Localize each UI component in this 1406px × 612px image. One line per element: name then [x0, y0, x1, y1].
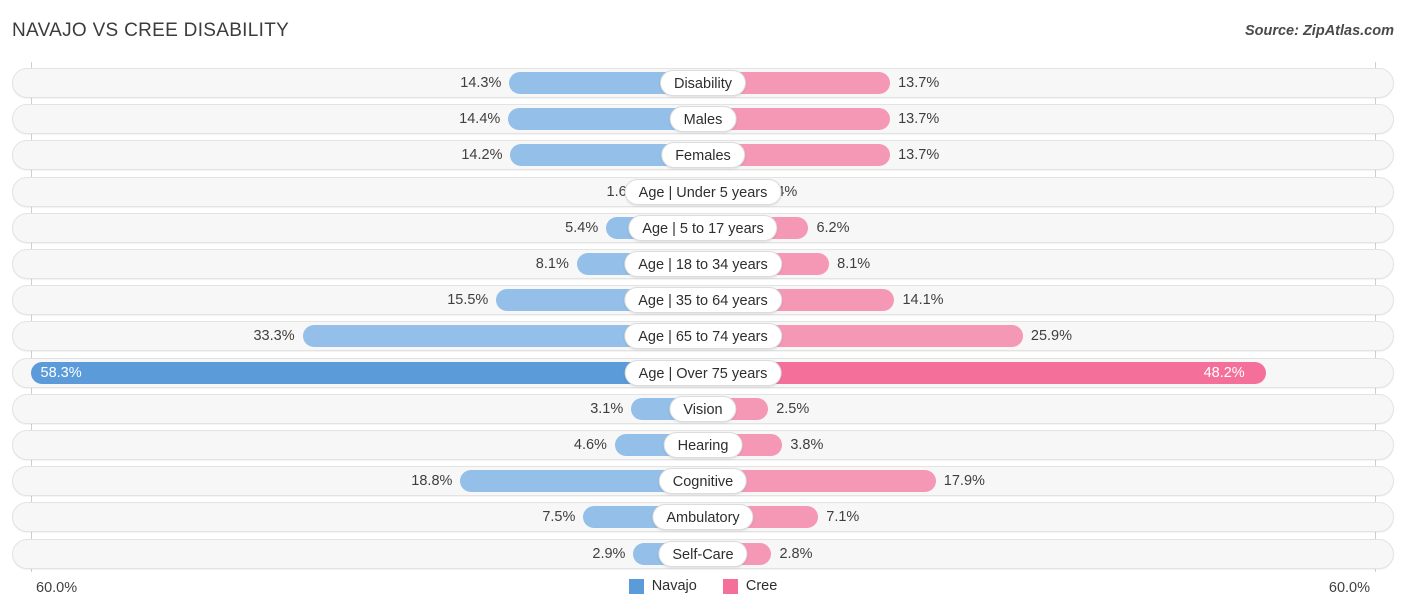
category-label-pill[interactable]: Males — [669, 106, 737, 133]
category-label-pill[interactable]: Hearing — [663, 432, 743, 458]
value-label-navajo: 14.4% — [459, 111, 501, 128]
table-row[interactable]: 14.2% 13.7% Females — [12, 140, 1394, 171]
legend-label: Cree — [745, 578, 778, 594]
bar-navajo[interactable] — [30, 361, 703, 384]
table-row[interactable]: 33.3% 25.9% Age | 65 to 74 years — [12, 321, 1394, 352]
value-label-cree: 7.1% — [826, 509, 860, 526]
value-label-cree: 6.2% — [816, 219, 850, 236]
category-label-pill[interactable]: Age | 5 to 17 years — [628, 214, 778, 241]
category-label-pill[interactable]: Vision — [669, 395, 737, 422]
category-label-pill[interactable]: Cognitive — [658, 468, 748, 495]
chart-plot-area: 14.3% 13.7% Disability 14.4% 13.7% Males 14.2%… — [0, 62, 1406, 572]
category-label-pill[interactable]: Ambulatory — [652, 504, 754, 531]
bar-cree[interactable] — [703, 361, 1266, 384]
table-row[interactable]: 4.6% 3.8% Hearing — [12, 430, 1394, 460]
value-label-navajo: 2.9% — [592, 545, 626, 562]
value-label-cree: 25.9% — [1030, 328, 1072, 345]
table-row[interactable]: 7.5% 7.1% Ambulatory — [12, 502, 1394, 533]
value-label-navajo: 4.6% — [573, 437, 607, 453]
table-row[interactable]: 5.4% 6.2% Age | 5 to 17 years — [12, 212, 1394, 243]
value-label-navajo: 3.1% — [590, 400, 624, 417]
value-label-cree: 48.2% — [1203, 364, 1245, 381]
category-label-pill[interactable]: Females — [661, 142, 745, 169]
value-label-cree: 13.7% — [898, 111, 940, 128]
value-label-navajo: 14.2% — [461, 147, 503, 164]
table-row[interactable]: 8.1% 8.1% Age | 18 to 34 years — [12, 249, 1394, 279]
category-label-pill[interactable]: Disability — [659, 70, 747, 96]
value-label-cree: 17.9% — [943, 473, 985, 490]
category-label-pill[interactable]: Age | 18 to 34 years — [624, 251, 782, 277]
value-label-cree: 2.8% — [779, 545, 813, 562]
value-label-navajo: 5.4% — [565, 219, 599, 236]
legend-item-navajo[interactable]: Navajo — [628, 578, 697, 594]
source-attribution: Source: ZipAtlas.com — [1244, 23, 1394, 39]
table-row[interactable]: 15.5% 14.1% Age | 35 to 64 years — [12, 285, 1394, 316]
legend-label: Navajo — [651, 578, 697, 594]
chart-header: NAVAJO VS CREE DISABILITY Source: ZipAtl… — [0, 0, 1406, 62]
value-label-cree: 13.7% — [898, 75, 940, 91]
category-label-pill[interactable]: Age | Over 75 years — [624, 359, 782, 386]
value-label-navajo: 7.5% — [542, 509, 576, 526]
value-label-navajo: 8.1% — [535, 256, 569, 272]
value-label-cree: 14.1% — [902, 292, 944, 309]
chart-footer: 60.0% 60.0% Navajo Cree — [0, 572, 1406, 612]
category-label-pill[interactable]: Age | 65 to 74 years — [624, 323, 782, 350]
table-row[interactable]: 1.6%1.4%Age | Under 5 years — [12, 176, 1394, 207]
page-title: NAVAJO VS CREE DISABILITY — [12, 20, 290, 41]
table-row[interactable]: 58.3% 48.2% Age | Over 75 years — [12, 357, 1394, 388]
category-label-pill[interactable]: Self-Care — [658, 540, 748, 567]
value-label-cree: 13.7% — [898, 147, 940, 164]
value-label-navajo: 14.3% — [460, 75, 502, 91]
table-row[interactable]: 18.8% 17.9% Cognitive — [12, 466, 1394, 497]
table-row[interactable]: 3.1% 2.5% Vision — [12, 393, 1394, 424]
category-label-pill[interactable]: Age | 35 to 64 years — [624, 287, 782, 314]
value-label-navajo: 18.8% — [411, 473, 453, 490]
legend-swatch-icon — [722, 578, 738, 594]
legend-item-cree[interactable]: Cree — [722, 578, 778, 594]
value-label-cree: 3.8% — [790, 437, 824, 453]
table-row[interactable]: 14.4% 13.7% Males — [12, 104, 1394, 135]
category-label-pill[interactable]: Age | Under 5 years — [624, 178, 782, 205]
table-row[interactable]: 14.3% 13.7% Disability — [12, 68, 1394, 98]
value-label-navajo: 33.3% — [253, 328, 295, 345]
chart-legend: Navajo Cree — [0, 578, 1406, 594]
table-row[interactable]: 2.9% 2.8% Self-Care — [12, 538, 1394, 569]
value-label-cree: 2.5% — [776, 400, 810, 417]
value-label-navajo: 15.5% — [447, 292, 489, 309]
value-label-cree: 8.1% — [837, 256, 871, 272]
value-label-navajo: 58.3% — [40, 364, 82, 381]
legend-swatch-icon — [628, 578, 644, 594]
